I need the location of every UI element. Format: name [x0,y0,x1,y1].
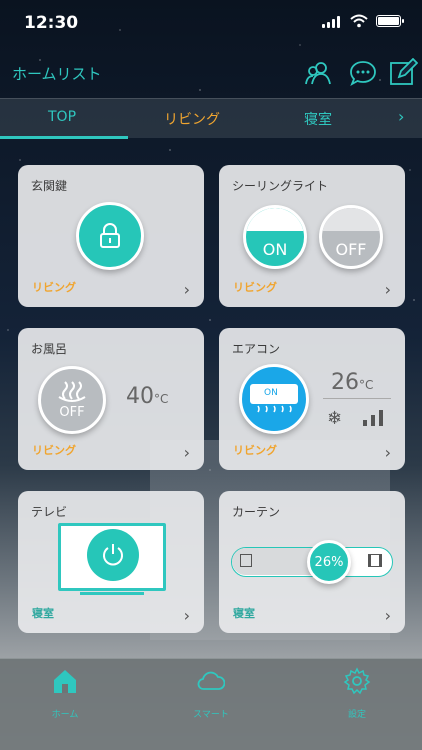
nav-label: 設定 [347,710,366,720]
nav-label: スマート [193,710,229,720]
room-label: 寝室 [32,607,54,620]
nav-label: ホーム [51,710,79,720]
card-ceiling-light[interactable]: シーリングライト ON OFF リビング › [219,165,405,307]
bath-state-label: OFF [59,404,85,420]
room-label: リビング [32,444,76,457]
users-icon[interactable] [304,58,334,88]
lock-icon [100,223,120,248]
bath-hot-water-icon [58,380,86,402]
card-title: テレビ [31,505,68,519]
home-icon [54,670,76,693]
page-title: ホームリスト [12,65,102,83]
edit-icon[interactable] [388,58,418,88]
chat-bubble-icon[interactable] [348,58,378,88]
room-label: リビング [233,281,277,294]
lamp-shade-icon [322,208,380,232]
card-title: エアコン [232,342,281,356]
card-tv[interactable]: テレビ 寝室 › [18,491,204,633]
aircon-toggle-button[interactable]: ON [239,364,309,434]
cloud-icon [197,671,226,690]
battery-icon [376,15,404,27]
tv-stand [80,592,144,595]
card-title: カーテン [232,505,281,519]
chevron-right-icon[interactable]: › [398,107,404,126]
light-on-button[interactable]: ON [243,205,307,269]
airflow-icon [257,405,292,413]
nav-smart[interactable]: スマート [166,667,256,720]
power-icon [103,544,123,566]
signal-bars-icon [363,410,383,426]
tab-living[interactable]: リビング [164,109,220,129]
off-label: OFF [335,240,367,259]
room-label: リビング [233,444,277,457]
wifi-icon [350,14,368,28]
lock-toggle-button[interactable] [76,202,144,270]
on-label: ON [262,240,288,259]
card-curtain[interactable]: カーテン 26% 寝室 › [219,491,405,633]
lamp-shade-icon [246,208,304,232]
light-off-button[interactable]: OFF [319,205,383,269]
card-title: お風呂 [31,342,68,356]
chevron-right-icon[interactable]: › [385,280,391,299]
chevron-right-icon[interactable]: › [385,606,391,625]
room-tabs: TOP リビング 寝室 › [0,98,422,139]
chevron-right-icon[interactable]: › [184,443,190,462]
card-aircon[interactable]: エアコン ON 26°C ❄ リビング › [219,328,405,470]
chevron-right-icon[interactable]: › [385,443,391,462]
aircon-unit-icon: ON [250,384,298,404]
bath-toggle-button[interactable]: OFF [38,366,106,434]
chevron-right-icon[interactable]: › [184,606,190,625]
tv-screen [58,523,166,591]
card-title: 玄関鍵 [31,179,68,193]
aircon-temperature: 26°C [331,370,374,395]
tab-top[interactable]: TOP [48,109,76,125]
curtain-slider-thumb[interactable]: 26% [307,540,351,584]
gear-icon [343,667,371,695]
nav-home[interactable]: ホーム [20,667,110,720]
card-door-lock[interactable]: 玄関鍵 リビング › [18,165,204,307]
room-label: 寝室 [233,607,255,620]
bottom-nav: ホーム スマート 設定 [0,658,422,750]
tv-power-button[interactable] [87,529,139,581]
card-bath[interactable]: お風呂 OFF 40°C リビング › [18,328,204,470]
room-label: リビング [32,281,76,294]
curtain-open-icon [368,554,382,567]
clock: 12:30 [24,13,79,33]
nav-settings[interactable]: 設定 [312,667,402,720]
chevron-right-icon[interactable]: › [184,280,190,299]
status-bar: 12:30 [0,0,422,44]
curtain-percent: 26% [314,554,344,570]
active-tab-indicator [0,136,128,139]
snowflake-icon: ❄ [327,408,343,429]
divider [323,398,391,399]
tab-bedroom[interactable]: 寝室 [304,109,332,129]
cellular-signal-icon [322,16,342,28]
curtain-closed-icon [240,554,252,567]
bath-temperature: 40°C [126,384,169,409]
card-title: シーリングライト [232,179,329,193]
